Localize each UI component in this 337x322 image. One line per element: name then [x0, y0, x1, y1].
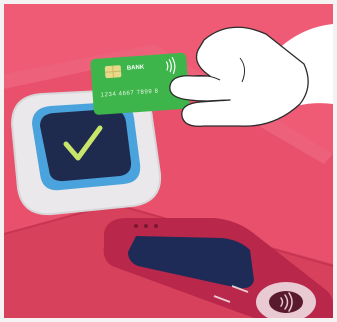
terminal-keypad-center [269, 291, 303, 313]
card-bank-label: BANK [127, 64, 145, 71]
terminal-led-1 [134, 224, 138, 228]
illustration-canvas: BANK 1234 4667 7899 8 [4, 4, 333, 318]
payment-illustration: BANK 1234 4667 7899 8 [4, 4, 333, 318]
terminal-led-3 [154, 224, 158, 228]
terminal-led-2 [144, 224, 148, 228]
